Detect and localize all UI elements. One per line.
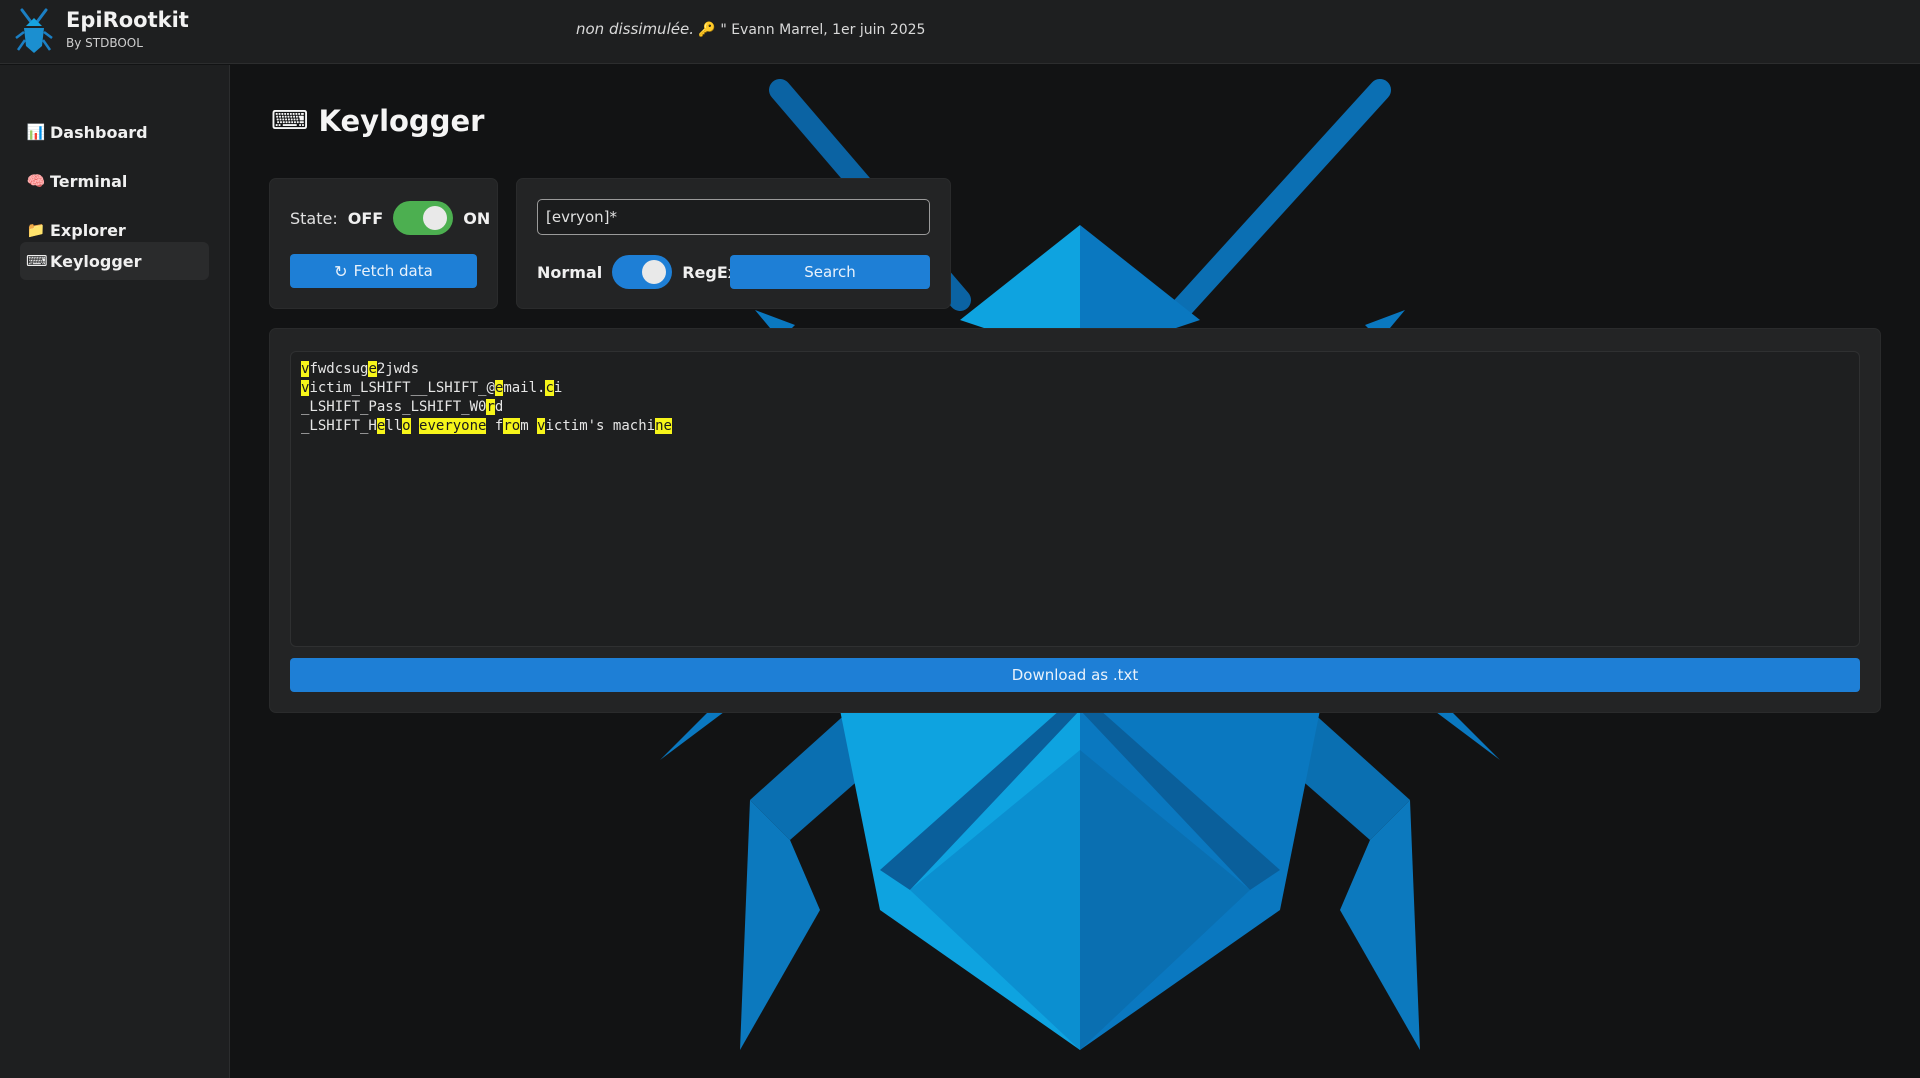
- log-line: _LSHIFT_Hello everyone from victim's mac…: [301, 417, 1849, 436]
- log-text: m: [520, 418, 538, 434]
- mode-row: Normal RegEx: [537, 255, 738, 289]
- refresh-icon: ↻: [334, 261, 348, 281]
- fetch-data-label: Fetch data: [353, 262, 433, 280]
- log-text: ictim's machi: [545, 418, 656, 434]
- fetch-data-button[interactable]: ↻ Fetch data: [290, 254, 477, 288]
- page-title: ⌨ Keylogger: [271, 104, 484, 138]
- log-text: ll: [385, 418, 403, 434]
- sidebar-item-label: Explorer: [50, 220, 126, 240]
- state-label: State:: [290, 208, 338, 228]
- sidebar-item-keylogger[interactable]: ⌨ Keylogger: [20, 242, 209, 280]
- state-panel: State: OFF ON ↻ Fetch data: [270, 179, 497, 308]
- match-highlight: everyone: [419, 418, 487, 434]
- sidebar: 📊 Dashboard 🧠 Terminal 📁 Explorer ⌨ Keyl…: [0, 65, 230, 1078]
- sidebar-item-terminal[interactable]: 🧠 Terminal: [20, 162, 209, 200]
- quote-text: non dissimulée.: [576, 20, 694, 38]
- log-text: 2jwds: [376, 361, 420, 377]
- match-highlight: r: [486, 399, 495, 415]
- page-title-text: Keylogger: [318, 104, 485, 138]
- match-highlight: e: [368, 361, 377, 377]
- keyboard-icon: ⌨: [26, 252, 48, 270]
- mode-normal-label: Normal: [537, 262, 603, 282]
- match-highlight: ro: [503, 418, 521, 434]
- log-text: ictim_LSHIFT__LSHIFT_@: [309, 380, 495, 396]
- log-text: fwdcsug: [309, 361, 369, 377]
- top-bar: EpiRootkit By STDBOOL non dissimulée. 🔑 …: [0, 0, 1920, 64]
- search-panel: Normal RegEx Search: [517, 179, 950, 308]
- match-highlight: c: [545, 380, 554, 396]
- download-txt-button[interactable]: Download as .txt: [290, 658, 1860, 692]
- brain-icon: 🧠: [26, 172, 46, 190]
- sidebar-item-label: Keylogger: [50, 251, 142, 271]
- bar-chart-icon: 📊: [26, 123, 46, 141]
- keyboard-icon: ⌨: [271, 106, 309, 136]
- log-text: _LSHIFT_H: [301, 418, 377, 434]
- search-button[interactable]: Search: [730, 255, 930, 289]
- key-icon: 🔑: [698, 22, 716, 38]
- match-highlight: ne: [655, 418, 672, 434]
- log-text: i: [553, 380, 563, 396]
- state-row: State: OFF ON: [290, 201, 490, 235]
- toggle-knob: [423, 206, 448, 230]
- sidebar-item-dashboard[interactable]: 📊 Dashboard: [20, 113, 209, 151]
- toggle-knob: [642, 260, 667, 284]
- log-line: vfwdcsuge2jwds: [301, 360, 1849, 379]
- sidebar-item-label: Dashboard: [50, 122, 148, 142]
- log-panel: vfwdcsuge2jwds victim_LSHIFT__LSHIFT_@ema…: [270, 329, 1880, 712]
- state-off-label: OFF: [347, 208, 384, 228]
- header-quote: non dissimulée. 🔑 " Evann Marrel, 1er ju…: [576, 20, 925, 38]
- match-highlight: o: [402, 418, 411, 434]
- state-on-label: ON: [463, 208, 491, 228]
- log-text: f: [486, 418, 504, 434]
- sidebar-item-label: Terminal: [50, 171, 128, 191]
- search-input[interactable]: [537, 199, 930, 235]
- app-subtitle: By STDBOOL: [66, 36, 143, 50]
- regex-toggle[interactable]: [612, 255, 673, 289]
- quote-attribution: " Evann Marrel, 1er juin 2025: [720, 22, 926, 38]
- log-text: mail.: [503, 380, 546, 396]
- log-text: d: [494, 399, 504, 415]
- folder-icon: 📁: [26, 221, 46, 239]
- bug-logo-icon: [15, 8, 53, 53]
- brand: EpiRootkit By STDBOOL: [66, 8, 189, 51]
- log-text: _LSHIFT_Pass_LSHIFT_W0: [301, 399, 487, 415]
- keylog-output[interactable]: vfwdcsuge2jwds victim_LSHIFT__LSHIFT_@ema…: [290, 351, 1860, 647]
- log-line: _LSHIFT_Pass_LSHIFT_W0rd: [301, 398, 1849, 417]
- log-line: victim_LSHIFT__LSHIFT_@email.ci: [301, 379, 1849, 398]
- state-toggle[interactable]: [393, 201, 454, 235]
- app-title: EpiRootkit: [66, 8, 189, 32]
